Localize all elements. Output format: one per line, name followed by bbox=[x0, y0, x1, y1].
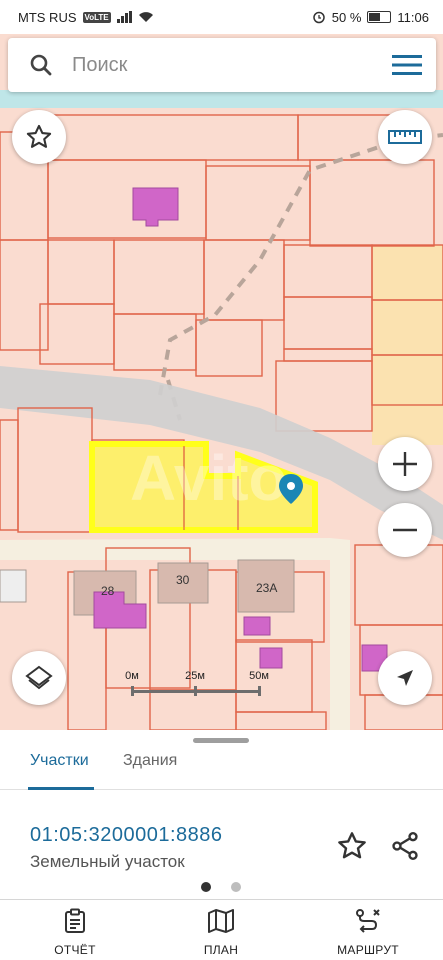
battery-icon bbox=[367, 11, 392, 23]
pager-dot[interactable] bbox=[201, 882, 211, 892]
ruler-icon bbox=[388, 130, 422, 144]
layers-icon bbox=[25, 665, 53, 690]
plot-label: 28 bbox=[101, 584, 115, 598]
tab-parcels[interactable]: Участки bbox=[30, 752, 89, 770]
active-tab-indicator bbox=[28, 787, 94, 790]
bottom-navigation: ОТЧЁТ ПЛАН МАРШРУТ bbox=[0, 899, 443, 960]
carrier-name: MTS RUS bbox=[18, 9, 77, 25]
pager-dots bbox=[201, 882, 241, 892]
ruler-button[interactable] bbox=[378, 110, 432, 164]
tab-bar: Участки Здания bbox=[0, 740, 443, 790]
watermark-text: Avito bbox=[130, 442, 288, 514]
minus-icon bbox=[393, 528, 417, 532]
volte-badge: VoLTE bbox=[82, 11, 111, 23]
cadastral-number[interactable]: 01:05:3200001:8886 bbox=[30, 824, 223, 847]
search-bar[interactable] bbox=[8, 38, 436, 92]
pager-dot[interactable] bbox=[231, 882, 241, 892]
star-icon[interactable] bbox=[336, 830, 368, 862]
map-plan-icon bbox=[208, 909, 234, 933]
nav-route[interactable]: МАРШРУТ bbox=[313, 908, 423, 957]
river-strip bbox=[0, 90, 443, 108]
plus-icon bbox=[393, 452, 417, 476]
navigation-arrow-icon bbox=[397, 670, 413, 686]
nav-report[interactable]: ОТЧЁТ bbox=[20, 908, 130, 957]
map-view[interactable]: Avito 28 30 23А 0м 25м 50м bbox=[0, 34, 443, 730]
tab-buildings[interactable]: Здания bbox=[123, 752, 177, 770]
scale-label: 25м bbox=[185, 670, 205, 682]
menu-icon[interactable] bbox=[392, 54, 422, 76]
scale-bar: 0м 25м 50м bbox=[122, 670, 272, 700]
wifi-icon bbox=[138, 12, 153, 22]
signal-icon bbox=[116, 11, 132, 23]
cadastral-map[interactable]: Avito 28 30 23А bbox=[0, 34, 443, 730]
my-location-button[interactable] bbox=[378, 651, 432, 705]
nav-route-label: МАРШРУТ bbox=[337, 943, 399, 957]
scale-label: 0м bbox=[125, 670, 139, 682]
clock: 11:06 bbox=[397, 9, 429, 25]
status-bar: MTS RUS VoLTE 50 % 11:06 bbox=[0, 0, 443, 34]
favorites-button[interactable] bbox=[12, 110, 66, 164]
parcel-type: Земельный участок bbox=[30, 852, 185, 871]
report-icon bbox=[65, 908, 85, 933]
star-icon bbox=[26, 124, 52, 148]
route-icon bbox=[356, 909, 380, 933]
layers-button[interactable] bbox=[12, 651, 66, 705]
nav-plan-label: ПЛАН bbox=[203, 943, 239, 957]
nav-plan[interactable]: ПЛАН bbox=[166, 908, 276, 957]
share-icon[interactable] bbox=[389, 830, 421, 862]
zoom-out-button[interactable] bbox=[378, 503, 432, 557]
search-input[interactable] bbox=[72, 53, 392, 77]
alarm-icon bbox=[313, 11, 325, 24]
scale-label: 50м bbox=[249, 670, 269, 682]
farmland-area bbox=[372, 245, 443, 445]
sheet-drag-handle[interactable] bbox=[193, 738, 249, 743]
battery-percent: 50 % bbox=[331, 9, 362, 25]
zoom-in-button[interactable] bbox=[378, 437, 432, 491]
plot-label: 30 bbox=[176, 573, 190, 587]
search-icon[interactable] bbox=[30, 54, 52, 76]
nav-report-label: ОТЧЁТ bbox=[54, 943, 96, 957]
plot-label: 23А bbox=[256, 581, 277, 595]
